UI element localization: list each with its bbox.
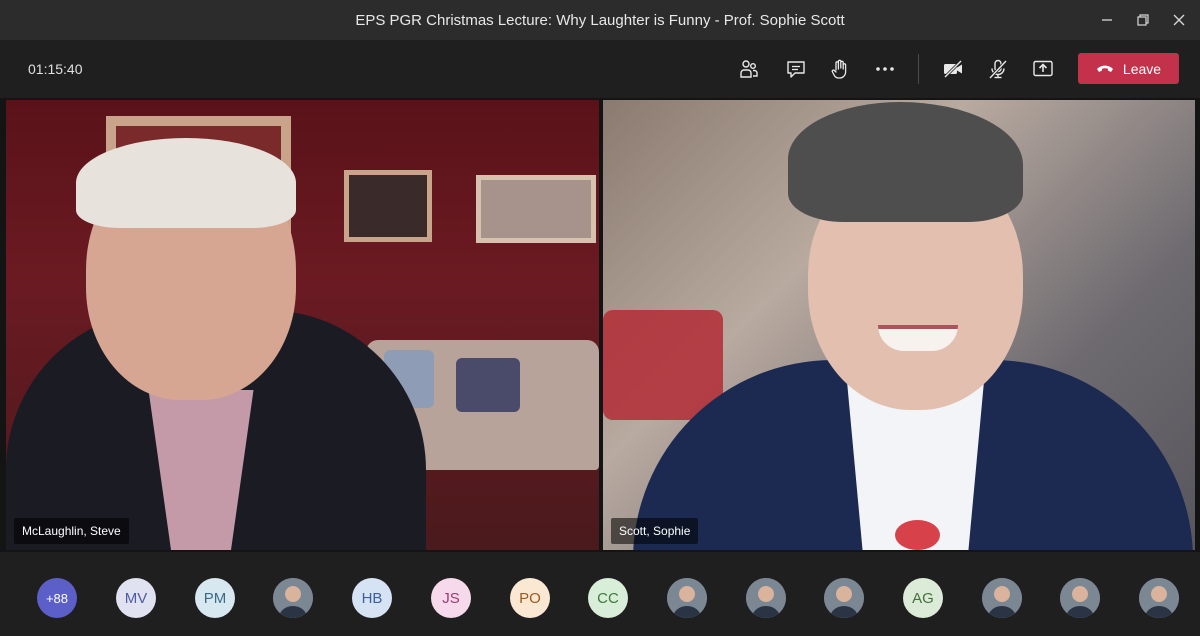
participant-initials: JS xyxy=(442,589,460,607)
participant-initials: AG xyxy=(912,589,934,607)
leave-label: Leave xyxy=(1122,60,1162,77)
leave-button[interactable]: Leave xyxy=(1078,53,1179,84)
video-nameplate: McLaughlin, Steve xyxy=(14,518,129,544)
raise-hand-button[interactable] xyxy=(825,54,855,84)
meeting-toolbar: 01:15:40 Leave xyxy=(0,40,1200,98)
hand-icon xyxy=(831,59,847,79)
person-hair xyxy=(788,102,1023,222)
meeting-timer: 01:15:40 xyxy=(28,61,83,77)
participant-avatar[interactable]: CC xyxy=(588,578,628,618)
chat-icon xyxy=(787,61,805,78)
person-icon xyxy=(273,578,313,618)
background-object xyxy=(603,310,723,420)
more-icon xyxy=(876,67,894,71)
camera-off-icon xyxy=(943,59,963,79)
participant-initials: CC xyxy=(597,589,619,607)
chat-button[interactable] xyxy=(781,54,811,84)
phone-hangup-icon xyxy=(1096,65,1113,72)
share-icon xyxy=(1033,60,1053,77)
participant-photo-avatar[interactable] xyxy=(667,578,707,618)
participant-initials: MV xyxy=(124,589,148,607)
person-icon xyxy=(746,578,786,618)
video-nameplate: Scott, Sophie xyxy=(611,518,699,544)
people-icon xyxy=(740,60,758,78)
video-stage: McLaughlin, Steve Scott, Sophie xyxy=(0,98,1200,552)
participant-initials: HB xyxy=(361,589,383,607)
restore-button[interactable] xyxy=(1126,6,1160,34)
video-tile-steve[interactable]: McLaughlin, Steve xyxy=(6,100,599,550)
person-hair xyxy=(76,138,296,228)
mic-toggle-button[interactable] xyxy=(983,54,1013,84)
participant-photo-avatar[interactable] xyxy=(1139,578,1179,618)
person-icon xyxy=(1060,578,1100,618)
wall-picture xyxy=(344,170,432,242)
minimize-button[interactable] xyxy=(1090,6,1124,34)
participant-initials: PM xyxy=(203,589,227,607)
participant-photo-avatar[interactable] xyxy=(273,578,313,618)
window-title: EPS PGR Christmas Lecture: Why Laughter … xyxy=(355,12,845,29)
participant-avatar[interactable]: HB xyxy=(352,578,392,618)
title-bar: EPS PGR Christmas Lecture: Why Laughter … xyxy=(0,0,1200,40)
overflow-participants-badge[interactable]: +88 xyxy=(37,578,77,618)
camera-toggle-button[interactable] xyxy=(938,54,968,84)
close-icon xyxy=(1173,14,1185,26)
christmas-brooch xyxy=(895,520,940,550)
restore-icon xyxy=(1137,14,1149,26)
video-tile-sophie[interactable]: Scott, Sophie xyxy=(603,100,1195,550)
person-icon xyxy=(667,578,707,618)
more-options-button[interactable] xyxy=(870,54,900,84)
person-icon xyxy=(824,578,864,618)
toolbar-divider xyxy=(918,54,919,84)
minimize-icon xyxy=(1102,19,1112,21)
participant-photo-avatar[interactable] xyxy=(982,578,1022,618)
share-screen-button[interactable] xyxy=(1028,54,1058,84)
participant-photo-avatar[interactable] xyxy=(824,578,864,618)
wall-picture xyxy=(476,175,596,243)
mic-off-icon xyxy=(988,59,1008,80)
participant-avatar[interactable]: PO xyxy=(510,578,550,618)
participant-avatar[interactable]: PM xyxy=(195,578,235,618)
participant-photo-avatar[interactable] xyxy=(746,578,786,618)
participant-avatar[interactable]: MV xyxy=(116,578,156,618)
participant-avatar[interactable]: AG xyxy=(903,578,943,618)
participants-button[interactable] xyxy=(734,54,764,84)
participant-photo-avatar[interactable] xyxy=(1060,578,1100,618)
participant-initials: PO xyxy=(519,589,541,607)
overflow-count: +88 xyxy=(45,590,69,606)
person-icon xyxy=(1139,578,1179,618)
cushion xyxy=(456,358,520,412)
close-button[interactable] xyxy=(1162,6,1196,34)
participant-roster: +88 MV PM HB JS PO CC AG xyxy=(0,552,1200,636)
participant-avatar[interactable]: JS xyxy=(431,578,471,618)
person-icon xyxy=(982,578,1022,618)
